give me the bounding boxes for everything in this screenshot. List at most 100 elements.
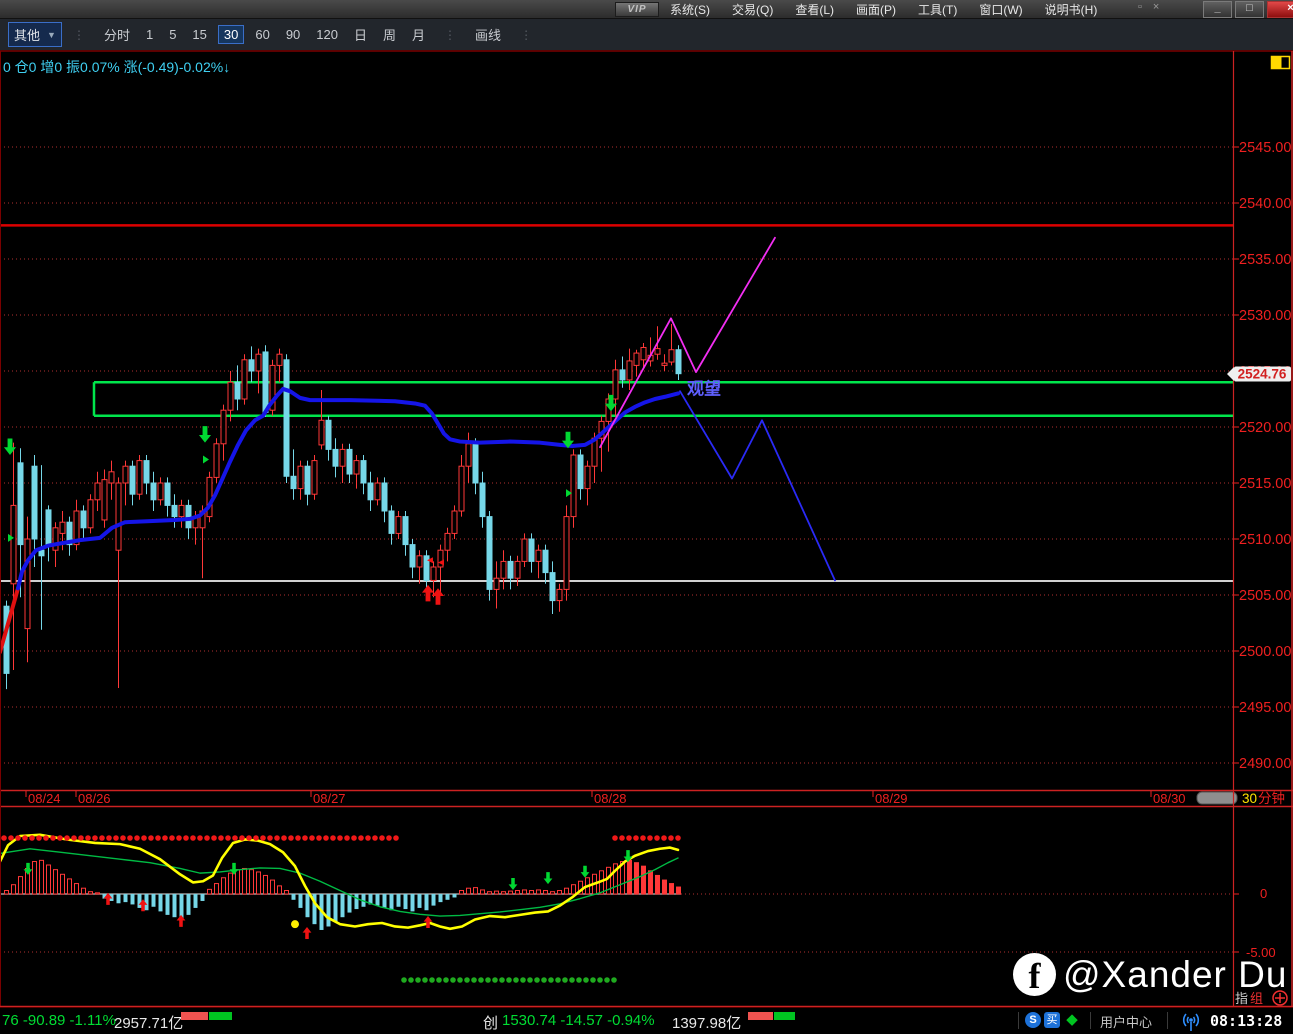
user-center-link[interactable]: 用户中心 xyxy=(1100,1012,1152,1031)
period-button-月[interactable]: 月 xyxy=(407,24,430,45)
period-button-30[interactable]: 30 xyxy=(217,25,245,44)
short-hold-dot xyxy=(365,835,371,841)
short-hold-dot xyxy=(134,835,140,841)
long-hold-dot xyxy=(499,977,505,983)
short-hold-dot xyxy=(162,835,168,841)
price-tick-label: 2490.00 xyxy=(1239,756,1291,772)
candle-body xyxy=(416,555,423,568)
candle-body xyxy=(423,555,430,581)
macd-bar-negative xyxy=(151,894,156,907)
long-hold-dot xyxy=(548,977,554,983)
messenger-icon[interactable]: S xyxy=(1025,1012,1041,1028)
interval-label-unit: 分钟 xyxy=(1258,790,1285,806)
long-hold-dot xyxy=(534,977,540,983)
macd-bar-positive xyxy=(11,884,16,895)
period-button-5[interactable]: 5 xyxy=(164,26,181,43)
period-button-15[interactable]: 15 xyxy=(187,26,211,43)
menu-item[interactable]: 系统(S) xyxy=(670,1,710,18)
macd-bar-positive xyxy=(81,887,86,895)
candlestick-chart-canvas[interactable]: 2545.002540.002535.002530.002525.002520.… xyxy=(0,50,1293,1008)
minimize-button[interactable]: _ xyxy=(1203,1,1232,18)
sell-signal-arrow xyxy=(3,438,17,455)
macd-bar-positive xyxy=(207,888,212,895)
period-button-周[interactable]: 周 xyxy=(378,24,401,45)
short-hold-dot xyxy=(1,835,7,841)
period-button-日[interactable]: 日 xyxy=(349,24,372,45)
short-hold-dot xyxy=(316,835,322,841)
vip-badge[interactable]: VIP xyxy=(615,2,659,17)
long-hold-dot xyxy=(569,977,575,983)
scrollbar-thumb[interactable] xyxy=(1196,791,1238,805)
short-hold-dot xyxy=(246,835,252,841)
small-close-icon[interactable]: × xyxy=(1153,1,1159,13)
candle-body xyxy=(143,460,150,484)
buy-signal-arrow xyxy=(421,584,435,602)
updown-bar-red-middle xyxy=(748,1012,773,1020)
macd-bar-negative xyxy=(326,894,331,927)
short-hold-dot xyxy=(274,835,280,841)
menu-item[interactable]: 工具(T) xyxy=(918,1,957,18)
candle-body xyxy=(234,381,241,400)
menu-item[interactable]: 查看(L) xyxy=(795,1,834,18)
maximize-button[interactable]: □ xyxy=(1235,1,1264,18)
short-hold-dot xyxy=(106,835,112,841)
period-button-60[interactable]: 60 xyxy=(250,26,274,43)
candle-body xyxy=(150,482,157,501)
menu-item[interactable]: 说明书(H) xyxy=(1045,1,1098,18)
other-dropdown[interactable]: 其他 ▼ xyxy=(8,22,62,47)
macd-bar-positive xyxy=(529,890,534,895)
candle-body xyxy=(255,353,262,372)
menu-item[interactable]: 窗口(W) xyxy=(979,1,1022,18)
short-hold-dot xyxy=(661,835,667,841)
candle-body xyxy=(626,360,633,381)
macd-bar-positive xyxy=(242,867,247,895)
macd-bar-negative xyxy=(410,894,415,912)
period-button-120[interactable]: 120 xyxy=(311,26,343,43)
long-hold-dot xyxy=(492,977,498,983)
macd-bar-positive xyxy=(480,889,485,895)
candle-body xyxy=(227,381,234,411)
price-tick-label: 2535.00 xyxy=(1239,252,1291,268)
short-hold-dot xyxy=(626,835,632,841)
candle-body xyxy=(430,566,437,581)
close-button[interactable]: × xyxy=(1267,1,1293,18)
long-hold-dot xyxy=(562,977,568,983)
candle-body xyxy=(80,510,87,529)
period-buttons: 分时 1 5 15 30 60 90 120 日周月 xyxy=(96,24,433,45)
toolbar-separator: ⋮ xyxy=(444,27,457,42)
candle-body xyxy=(395,516,402,534)
candle-body xyxy=(10,504,17,585)
buy-icon[interactable]: 买 xyxy=(1044,1012,1060,1028)
menu-item[interactable]: 画面(P) xyxy=(856,1,896,18)
draw-line-button[interactable]: 画线 xyxy=(470,24,506,45)
candle-body xyxy=(297,465,304,490)
candle-body xyxy=(661,362,668,366)
macd-bar-positive xyxy=(256,871,261,895)
macd-bar-positive xyxy=(284,890,289,895)
period-button-90[interactable]: 90 xyxy=(281,26,305,43)
short-hold-dot xyxy=(295,835,301,841)
short-hold-dot xyxy=(330,835,336,841)
macd-bar-positive xyxy=(550,891,555,895)
pin-icon[interactable]: ▫ xyxy=(1138,1,1142,13)
macd-bar-positive xyxy=(543,890,548,895)
short-hold-dot xyxy=(204,835,210,841)
macd-bar-positive xyxy=(214,883,219,895)
macd-bar-positive xyxy=(46,864,51,895)
period-button-1[interactable]: 1 xyxy=(141,26,158,43)
updown-bar-green-left xyxy=(209,1012,232,1020)
long-hold-dot xyxy=(485,977,491,983)
titlebar-mini-icons: ▫ × xyxy=(1138,1,1159,13)
diamond-icon[interactable]: ◆ xyxy=(1064,1012,1080,1028)
candle-body xyxy=(31,465,38,540)
chart-area[interactable]: 0 仓0 增0 振0.07% 涨(-0.49)-0.02%↓ 2545.00 25… xyxy=(0,50,1293,1008)
short-hold-dot xyxy=(619,835,625,841)
short-hold-dot xyxy=(64,835,70,841)
index-amount-middle: 1397.98亿 xyxy=(672,1015,742,1032)
short-hold-dot xyxy=(358,835,364,841)
menu-item[interactable]: 交易(Q) xyxy=(732,1,773,18)
macd-bar-positive xyxy=(522,889,527,895)
macd-bar-negative xyxy=(347,894,352,913)
period-button-分时[interactable]: 分时 xyxy=(99,24,135,45)
macd-bar-negative xyxy=(165,894,170,915)
